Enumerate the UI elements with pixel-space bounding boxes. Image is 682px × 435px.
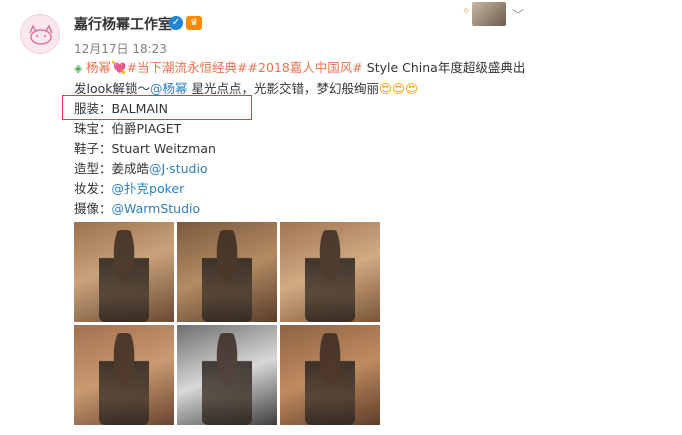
model-figure	[99, 230, 149, 322]
topic-link-2[interactable]: #2018嘉人中国风#	[248, 60, 363, 75]
photo-thumbnail[interactable]	[280, 222, 380, 322]
verified-badge-icon: ✓	[169, 16, 183, 30]
account-name[interactable]: 嘉行杨幂工作室	[74, 14, 172, 34]
model-figure	[305, 333, 355, 425]
sparkle-icon: ✧	[462, 6, 471, 17]
account-avatar[interactable]	[20, 14, 60, 54]
chevron-down-icon[interactable]: ﹀	[512, 6, 524, 23]
jewelry-line: 珠宝：伯爵PIAGET	[74, 121, 182, 136]
photo-thumbnail[interactable]	[280, 325, 380, 425]
model-figure	[202, 333, 252, 425]
heart-eyes-emoji-icon: 😍😍😍	[379, 81, 419, 96]
heart-icon: 💘	[110, 60, 127, 75]
diamond-icon: ◈	[74, 62, 86, 75]
photo-thumbnail[interactable]	[177, 325, 277, 425]
cat-logo-icon	[29, 24, 53, 45]
photo-thumbnail[interactable]	[177, 222, 277, 322]
topic-link-yangmi[interactable]: 杨幂	[86, 60, 111, 75]
post-timestamp[interactable]: 12月17日 18:23	[74, 40, 167, 57]
model-figure	[305, 230, 355, 322]
mention-poker[interactable]: @扑克poker	[112, 181, 185, 196]
post-menu[interactable]: ﹀	[472, 2, 532, 26]
photo-thumbnail[interactable]	[74, 222, 174, 322]
model-figure	[202, 230, 252, 322]
makeup-label: 妆发：	[74, 181, 112, 196]
camera-label: 摄像：	[74, 201, 112, 216]
styling-label: 造型：姜成皓	[74, 161, 150, 176]
mention-jstudio[interactable]: @J·studio	[149, 161, 208, 176]
mention-yangmi[interactable]: @杨幂	[150, 81, 188, 96]
mention-warmstudio[interactable]: @WarmStudio	[112, 201, 201, 216]
post-line-1: ◈ 杨幂💘#当下潮流永恒经典##2018嘉人中国风# Style China年度…	[74, 58, 634, 79]
photo-thumbnail[interactable]	[74, 325, 174, 425]
shoes-line: 鞋子：Stuart Weitzman	[74, 141, 216, 156]
makeup-line: 妆发：@扑克poker	[74, 179, 634, 199]
vip-member-icon: ♛	[186, 16, 202, 30]
post-text-2: 发look解锁～	[74, 81, 151, 96]
post-body: ◈ 杨幂💘#当下潮流永恒经典##2018嘉人中国风# Style China年度…	[74, 58, 634, 219]
styling-line: 造型：姜成皓@J·studio	[74, 159, 634, 179]
post-text-1: Style China年度超级盛典出	[362, 60, 526, 75]
model-figure	[99, 333, 149, 425]
highlight-annotation-box	[62, 95, 252, 120]
decoration-image	[472, 2, 506, 26]
camera-line: 摄像：@WarmStudio	[74, 199, 634, 219]
topic-link-1[interactable]: #当下潮流永恒经典#	[127, 60, 248, 75]
photo-grid	[74, 222, 380, 426]
post-text-3: 星光点点，光影交错，梦幻般绚丽	[187, 81, 380, 96]
